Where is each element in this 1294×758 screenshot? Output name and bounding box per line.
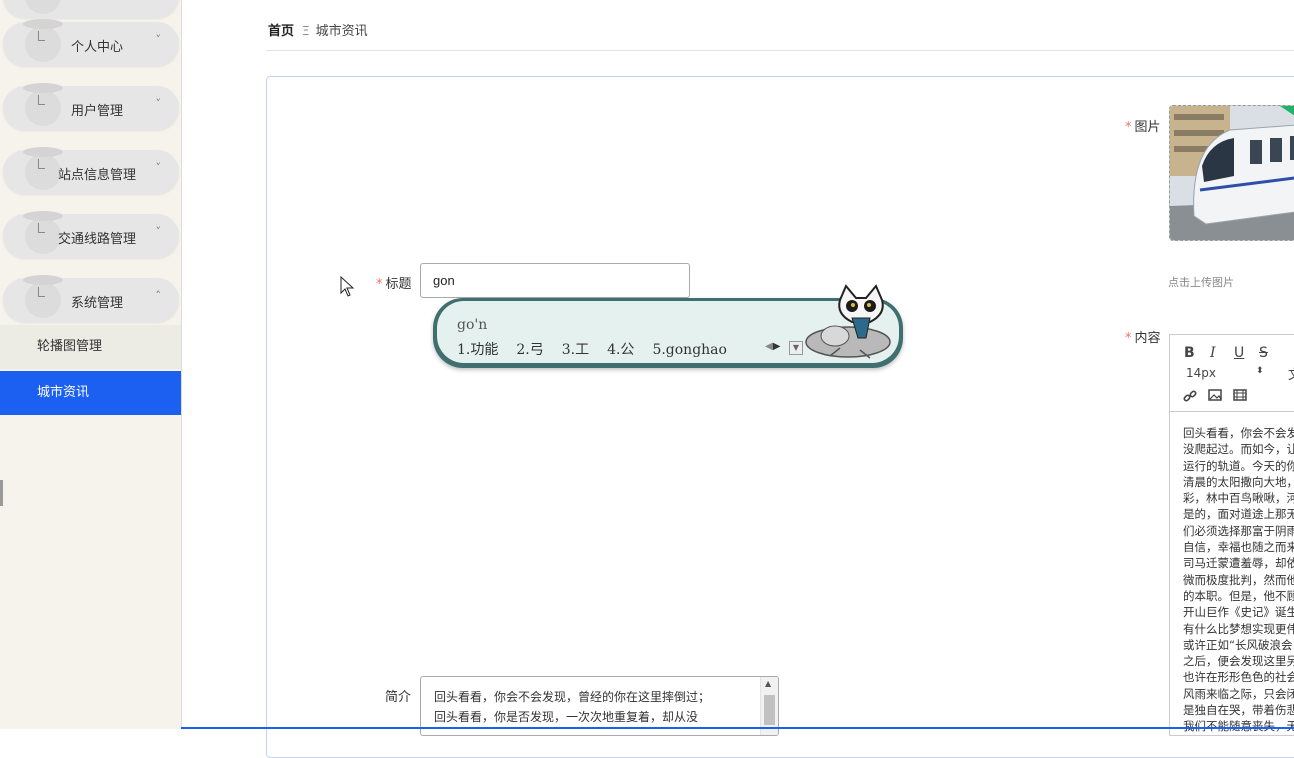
rich-text-editor: B I U S 14px ⬍ 文 回头看看，你会不会发没爬起过。而如今，让运行的… (1169, 334, 1294, 736)
sidebar-menu-label: 用户管理 (71, 104, 124, 119)
editor-line: 也许在形形色色的社会 (1183, 670, 1294, 685)
sidebar-menu-label: 系统管理 (71, 296, 124, 311)
breadcrumb-separator-icon: Ξ (302, 24, 310, 38)
editor-line: 没爬起过。而如今，让 (1183, 442, 1294, 457)
mouse-pointer-icon (340, 276, 355, 297)
ime-prev-page-icon[interactable]: ◀ (765, 341, 773, 352)
sidebar-menu-traffic-line[interactable]: 交通线路管理 ˅ (3, 211, 179, 258)
summary-text: 回头看看，你会不会发现，曾经的你在这里摔倒过； 回头看看，你是否发现，一次次地重… (434, 687, 754, 727)
menu-icon (25, 0, 61, 14)
breadcrumb: 首页 Ξ 城市资讯 (268, 20, 368, 39)
breadcrumb-home[interactable]: 首页 (268, 24, 294, 39)
summary-line: 回头看看，你是否发现，一次次地重复着，却从没 (434, 710, 699, 724)
editor-line: 司马迁蒙遭羞辱，却依 (1183, 556, 1294, 571)
ime-mascot-icon (805, 284, 891, 359)
image-upload-preview[interactable] (1169, 105, 1294, 241)
editor-line: 们必须选择那富于阴雨 (1183, 523, 1294, 538)
link-icon[interactable] (1183, 389, 1197, 403)
menu-icon (23, 147, 63, 190)
editor-line: 是独自在哭，带着伤悲 (1183, 703, 1294, 718)
editor-line: 或许正如“长风破浪会 (1183, 637, 1293, 652)
image-label-text: 图片 (1134, 120, 1161, 135)
menu-icon (23, 275, 63, 318)
chevron-down-icon: ˅ (155, 161, 162, 174)
window-edge-marker (0, 480, 3, 506)
content-label: * 内容 (1125, 327, 1161, 346)
sidebar: 个人中心 ˅ 用户管理 ˅ 站点信息管理 ˅ 交通线路管理 ˅ 系统管理 ˄ 轮… (0, 0, 182, 729)
sidebar-menu-system-management[interactable]: 系统管理 ˄ (3, 275, 179, 322)
editor-line: 风雨来临之际，只会闭 (1183, 686, 1294, 701)
ime-composition: go'n (457, 317, 488, 333)
upload-hint[interactable]: 点击上传图片 (1168, 274, 1234, 290)
chevron-down-icon: ˅ (155, 225, 162, 238)
editor-line: 是的，面对道途上那无 (1183, 507, 1294, 522)
required-mark: * (376, 277, 383, 292)
editor-line: 运行的轨道。今天的你 (1183, 458, 1294, 473)
breadcrumb-current: 城市资讯 (315, 24, 368, 39)
font-size-select[interactable]: 14px ⬍ (1186, 366, 1264, 380)
ime-candidate[interactable]: 2.弓 (516, 342, 543, 358)
ime-next-page-icon[interactable]: ▶ (773, 341, 781, 352)
editor-line: 清晨的太阳撒向大地， (1183, 474, 1294, 489)
image-icon[interactable] (1208, 389, 1222, 401)
font-size-value: 14px (1186, 366, 1216, 380)
content-label-text: 内容 (1134, 331, 1161, 346)
summary-label: 简介 (385, 690, 412, 705)
sidebar-item-city-news[interactable]: 城市资讯 (0, 371, 181, 415)
title-label-text: 标题 (385, 277, 412, 292)
summary-line: 回头看看，你会不会发现，曾经的你在这里摔倒过； (434, 690, 711, 704)
menu-icon (23, 19, 63, 62)
required-mark: * (1125, 331, 1132, 346)
sidebar-item-carousel-management[interactable]: 轮播图管理 (0, 325, 181, 369)
more-format-button[interactable]: 文 (1288, 364, 1294, 383)
chevron-down-icon: ˅ (155, 97, 162, 110)
ime-candidate-list: 1.功能 2.弓 3.工 4.公 5.gonghao (457, 339, 745, 359)
header-divider (266, 50, 1294, 51)
ime-page-nav[interactable]: ◀▶ (765, 341, 780, 352)
editor-line: 开山巨作《史记》诞生 (1183, 605, 1294, 620)
chevron-up-icon: ˄ (155, 289, 162, 302)
editor-line: 的本职。但是，他不顾 (1183, 588, 1294, 603)
ime-candidate[interactable]: 1.功能 (457, 342, 498, 358)
video-icon[interactable] (1233, 389, 1247, 401)
menu-icon (23, 211, 63, 254)
image-label: * 图片 (1125, 116, 1161, 135)
editor-toolbar: B I U S 14px ⬍ 文 (1170, 335, 1294, 412)
editor-line: 之后，便会发现这里另 (1183, 654, 1294, 669)
ime-candidate[interactable]: 3.工 (562, 342, 589, 358)
editor-line: 回头看看，你会不会发 (1183, 426, 1294, 440)
ime-candidate[interactable]: 4.公 (607, 342, 634, 358)
sidebar-menu-label: 站点信息管理 (58, 168, 137, 183)
menu-icon (23, 83, 63, 126)
editor-line: 微而极度批判，然而他 (1183, 572, 1294, 587)
sidebar-menu-user-management[interactable]: 用户管理 ˅ (3, 83, 179, 130)
chevron-down-icon: ˅ (155, 33, 162, 46)
title-label: * 标题 (376, 273, 412, 292)
italic-button[interactable]: I (1210, 345, 1216, 361)
editor-content[interactable]: 回头看看，你会不会发 没爬起过。而如今，让 运行的轨道。今天的你 清晨的太阳撒向大地，… (1183, 425, 1294, 735)
strike-button[interactable]: S (1259, 345, 1268, 361)
sidebar-menu-label: 个人中心 (71, 40, 124, 55)
sidebar-menu-station-info[interactable]: 站点信息管理 ˅ (3, 147, 179, 194)
sidebar-menu-top-partial[interactable] (3, 0, 179, 18)
scroll-up-icon[interactable]: ▲ (765, 679, 771, 688)
select-arrows-icon: ⬍ (1256, 366, 1264, 376)
metro-train-photo (1170, 106, 1294, 240)
scrollbar-thumb[interactable] (764, 695, 775, 725)
bold-button[interactable]: B (1184, 345, 1195, 361)
title-input[interactable] (420, 263, 690, 298)
editor-line: 自信，幸福也随之而来 (1183, 540, 1294, 555)
required-mark: * (1125, 120, 1132, 135)
editor-line: 有什么比梦想实现更伟 (1183, 621, 1294, 636)
editor-line: 彩，林中百鸟啾啾，河 (1183, 491, 1294, 506)
ime-candidate[interactable]: 5.gonghao (652, 342, 727, 358)
form-card (266, 76, 1294, 758)
underline-button[interactable]: U (1234, 345, 1244, 361)
sidebar-menu-personal-center[interactable]: 个人中心 ˅ (3, 19, 179, 66)
sidebar-menu-label: 交通线路管理 (58, 232, 137, 247)
